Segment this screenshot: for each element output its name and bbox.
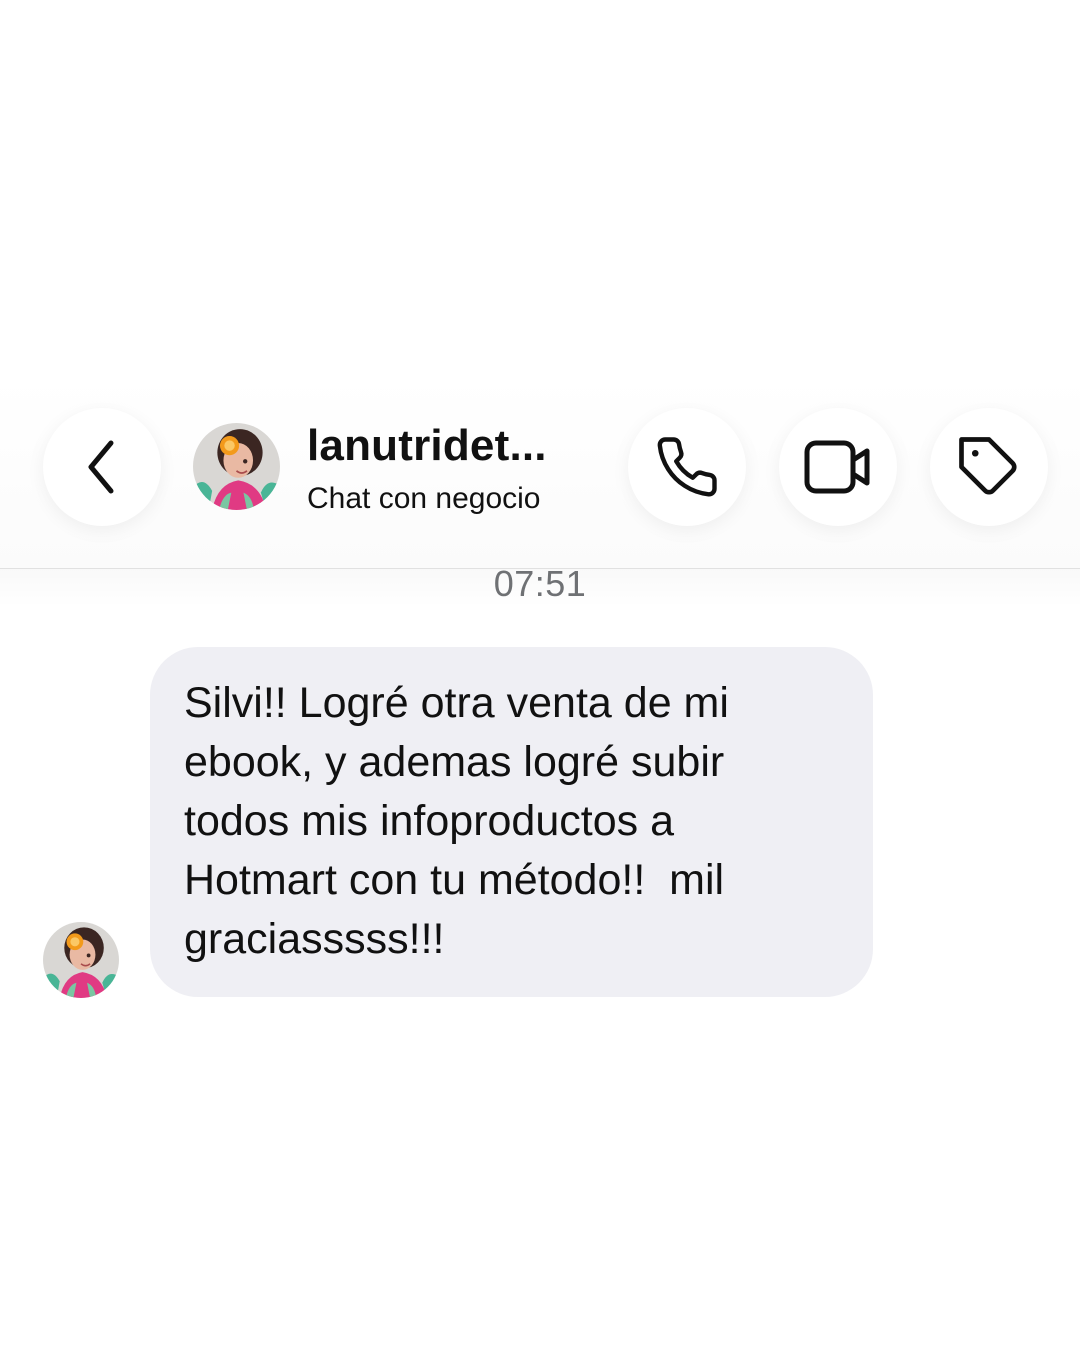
sender-avatar-photo — [43, 922, 119, 998]
chat-header: lanutridet... Chat con negocio — [0, 375, 1080, 569]
back-button[interactable] — [43, 408, 161, 526]
message-bubble[interactable]: Silvi!! Logré otra venta de mi ebook, y … — [150, 647, 873, 997]
tag-icon — [959, 437, 1017, 495]
sender-avatar[interactable] — [43, 922, 119, 998]
video-camera-icon — [804, 440, 870, 494]
contact-avatar-photo — [193, 423, 280, 510]
message-text: Silvi!! Logré otra venta de mi ebook, y … — [184, 679, 729, 963]
chat-type-label: Chat con negocio — [307, 482, 541, 515]
message-timestamp: 07:51 — [493, 563, 587, 604]
chevron-left-icon — [88, 440, 114, 494]
contact-name[interactable]: lanutridet... — [307, 421, 607, 471]
call-button[interactable] — [628, 408, 746, 526]
contact-avatar[interactable] — [193, 423, 280, 510]
phone-icon — [657, 437, 717, 497]
video-call-button[interactable] — [779, 408, 897, 526]
label-button[interactable] — [930, 408, 1048, 526]
